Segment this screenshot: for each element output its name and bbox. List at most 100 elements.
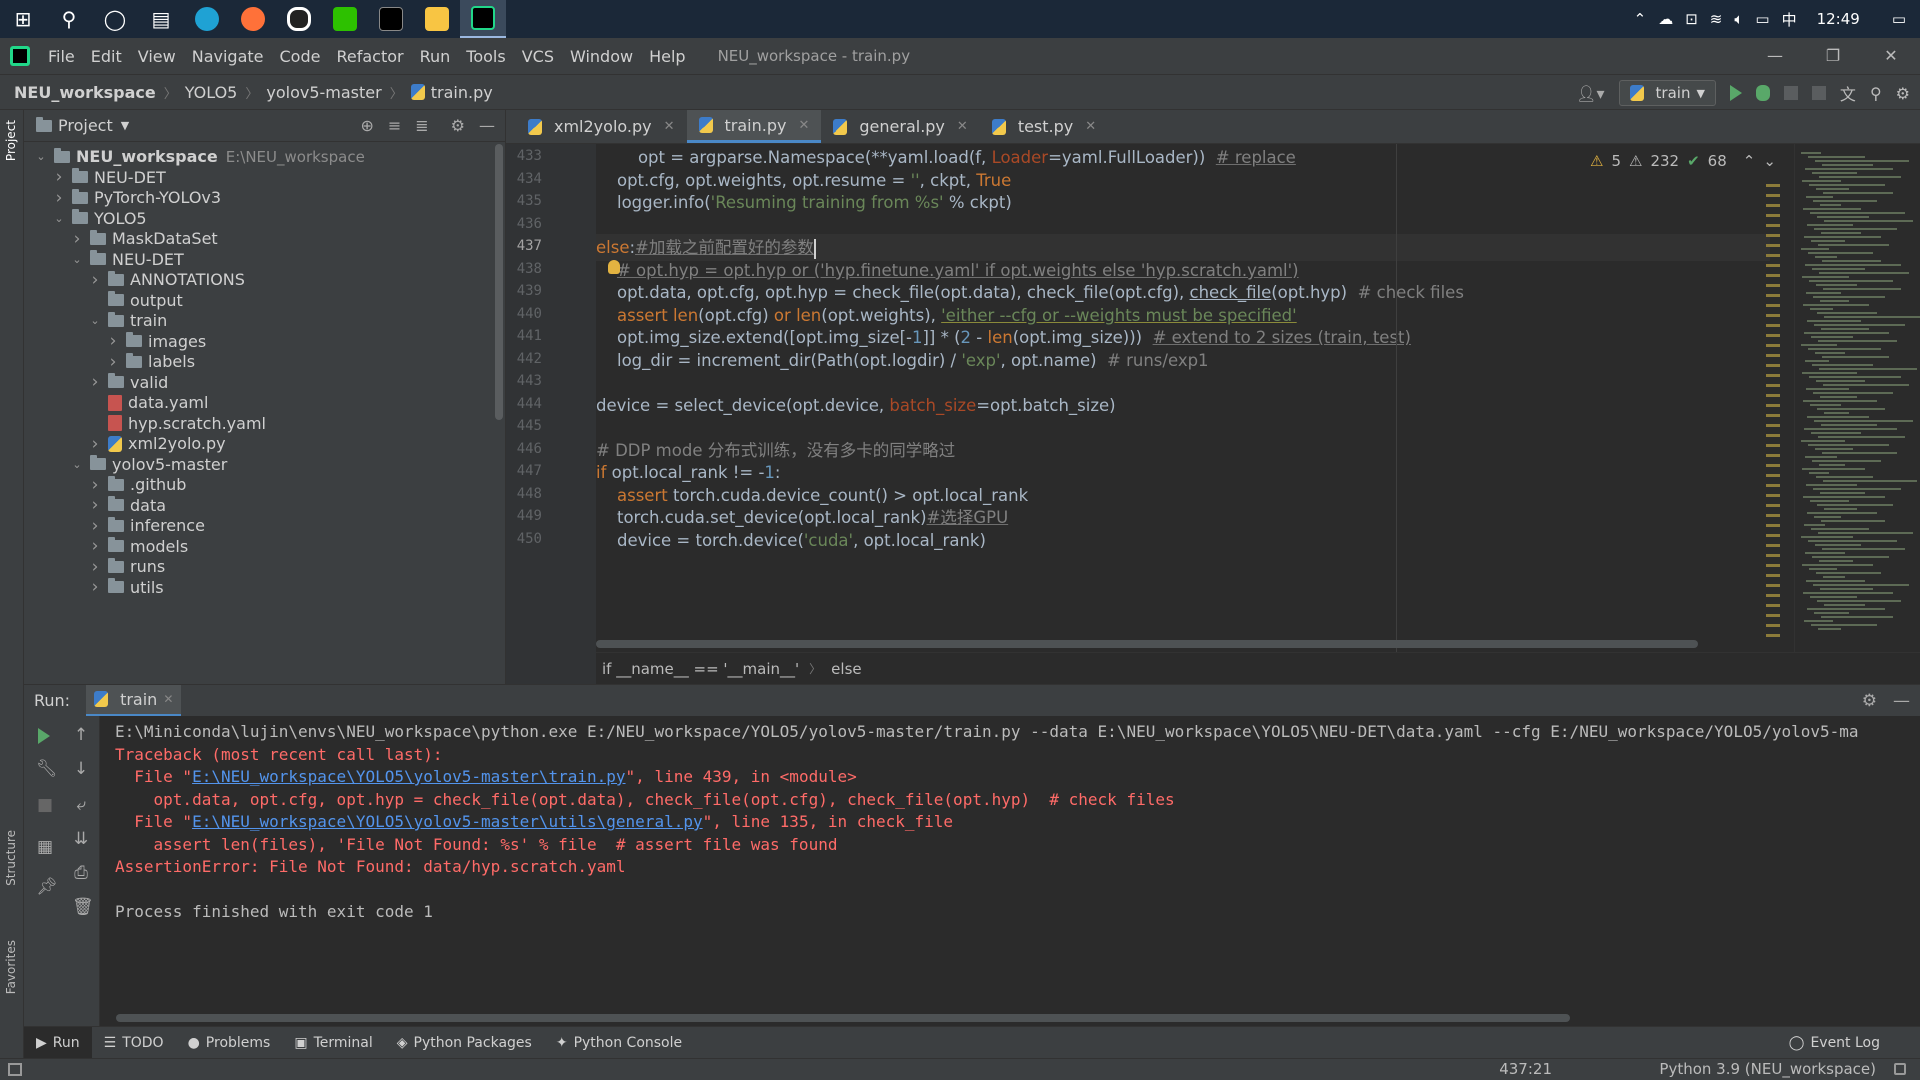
warning-marker[interactable]	[1766, 464, 1780, 467]
warning-marker[interactable]	[1766, 604, 1780, 607]
menu-code[interactable]: Code	[272, 47, 329, 66]
chevron-right-icon[interactable]: ›	[106, 352, 120, 372]
scroll-to-end-icon[interactable]: ⇊	[72, 831, 90, 848]
warning-marker[interactable]	[1766, 204, 1780, 207]
close-icon[interactable]: ✕	[1862, 38, 1920, 74]
warning-marker[interactable]	[1766, 394, 1780, 397]
lightbulb-icon[interactable]	[608, 260, 620, 274]
warning-marker[interactable]	[1766, 534, 1780, 537]
chevron-right-icon[interactable]: ›	[88, 434, 102, 454]
chevron-right-icon[interactable]: ›	[88, 516, 102, 536]
chevron-right-icon[interactable]: ›	[88, 475, 102, 495]
firefox-icon[interactable]	[230, 0, 276, 38]
tab-train[interactable]: train.py ✕	[686, 110, 822, 143]
chevron-right-icon[interactable]: ›	[88, 536, 102, 556]
breadcrumb-else[interactable]: else	[831, 660, 861, 678]
hide-icon[interactable]: —	[1893, 691, 1910, 711]
warning-marker[interactable]	[1766, 234, 1780, 237]
pin-icon[interactable]: 📌︎	[36, 879, 58, 896]
wifi-icon[interactable]: ≋	[1710, 10, 1723, 28]
editor-horizontal-scrollbar[interactable]	[596, 640, 1698, 648]
ime-indicator[interactable]: 中	[1782, 9, 1797, 30]
warning-marker[interactable]	[1766, 224, 1780, 227]
warning-marker[interactable]	[1766, 354, 1780, 357]
chevron-right-icon[interactable]: ›	[88, 577, 102, 597]
notification-icon[interactable]: ▭	[1892, 10, 1906, 28]
cortana-icon[interactable]: ◯	[92, 0, 138, 38]
minimize-icon[interactable]: —	[1746, 38, 1804, 74]
menu-run[interactable]: Run	[412, 47, 459, 66]
battery-icon[interactable]: ▭	[1755, 10, 1769, 28]
chevron-down-icon[interactable]: ⌄	[52, 212, 66, 225]
tool-tab-todo[interactable]: ☰ TODO	[92, 1027, 176, 1059]
warning-marker[interactable]	[1766, 184, 1780, 187]
breadcrumb-train-py[interactable]: train.py	[431, 83, 493, 102]
breadcrumb-if-main[interactable]: if __name__ == '__main__'	[602, 660, 799, 678]
expand-all-icon[interactable]: ≡	[388, 116, 401, 135]
gear-icon[interactable]: ⚙	[1862, 691, 1877, 711]
tab-test[interactable]: test.py ✕	[980, 110, 1108, 143]
chevron-down-icon[interactable]: ⌄	[70, 458, 84, 471]
menu-vcs[interactable]: VCS	[514, 47, 562, 66]
code-editor[interactable]: opt = argparse.Namespace(**yaml.load(f, …	[596, 144, 1770, 652]
debug-icon[interactable]	[1755, 85, 1770, 101]
close-tab-icon[interactable]: ✕	[163, 692, 173, 706]
restore-icon[interactable]: ❐	[1804, 38, 1862, 74]
chevron-down-icon[interactable]: ▼	[121, 119, 129, 132]
warning-marker[interactable]	[1766, 634, 1780, 637]
print-icon[interactable]: ⎙	[72, 865, 90, 882]
event-log-button[interactable]: ◯ Event Log	[1789, 1027, 1880, 1059]
warning-marker[interactable]	[1766, 344, 1780, 347]
warning-marker[interactable]	[1766, 414, 1780, 417]
warning-marker[interactable]	[1766, 304, 1780, 307]
warning-marker[interactable]	[1766, 514, 1780, 517]
run-configuration-select[interactable]: train ▼	[1618, 80, 1716, 106]
breadcrumb-yolov5-master[interactable]: yolov5-master	[266, 83, 381, 102]
inspection-widget[interactable]: ⚠ 5 ⚠ 232 ✔ 68 ⌃ ⌄	[1590, 152, 1776, 170]
tab-general[interactable]: general.py ✕	[821, 110, 979, 143]
menu-refactor[interactable]: Refactor	[328, 47, 411, 66]
search-everywhere-icon[interactable]: ⚲	[1870, 84, 1882, 103]
volume-icon[interactable]: 🔈︎	[1734, 10, 1743, 28]
chevron-right-icon[interactable]: ›	[88, 557, 102, 577]
warning-marker[interactable]	[1766, 314, 1780, 317]
python-interpreter[interactable]: Python 3.9 (NEU_workspace)	[1659, 1060, 1876, 1078]
tool-tab-python-packages[interactable]: ◈ Python Packages	[385, 1027, 544, 1059]
project-tool-tab[interactable]: Project	[4, 120, 18, 161]
warning-marker[interactable]	[1766, 614, 1780, 617]
run-console[interactable]: E:\Miniconda\lujin\envs\NEU_workspace\py…	[100, 716, 1920, 1026]
collapse-all-icon[interactable]: ≣	[415, 116, 428, 135]
chevron-down-icon[interactable]: ⌄	[70, 253, 84, 266]
tab-xml2yolo[interactable]: xml2yolo.py ✕	[516, 110, 687, 143]
warning-marker[interactable]	[1766, 364, 1780, 367]
hide-icon[interactable]: —	[479, 116, 495, 135]
chevron-right-icon[interactable]: ›	[106, 331, 120, 351]
menu-view[interactable]: View	[130, 47, 184, 66]
network-icon[interactable]: ⊡	[1685, 10, 1698, 28]
qq-icon[interactable]	[276, 0, 322, 38]
wechat-icon[interactable]	[322, 0, 368, 38]
chevron-right-icon[interactable]: ›	[88, 372, 102, 392]
warning-marker[interactable]	[1766, 264, 1780, 267]
stop-icon[interactable]: ■	[36, 797, 54, 814]
task-view-icon[interactable]: ▤	[138, 0, 184, 38]
menu-window[interactable]: Window	[562, 47, 641, 66]
menu-file[interactable]: File	[40, 47, 83, 66]
gear-icon[interactable]: ⚙	[451, 116, 465, 135]
terminal-icon[interactable]	[368, 0, 414, 38]
warning-marker[interactable]	[1766, 554, 1780, 557]
menu-help[interactable]: Help	[641, 47, 693, 66]
lock-icon[interactable]	[1894, 1063, 1906, 1075]
chevron-right-icon[interactable]: ›	[52, 167, 66, 187]
toggle-tool-windows-icon[interactable]	[8, 1063, 22, 1076]
structure-tool-tab[interactable]: Structure	[4, 830, 18, 886]
coverage-icon[interactable]	[1783, 86, 1798, 100]
previous-highlight-icon[interactable]: ⌃	[1743, 152, 1756, 170]
trash-icon[interactable]: 🗑︎	[72, 899, 94, 916]
warning-marker[interactable]	[1766, 474, 1780, 477]
warning-marker[interactable]	[1766, 504, 1780, 507]
caret-position[interactable]: 437:21	[1499, 1060, 1552, 1078]
next-highlight-icon[interactable]: ⌄	[1763, 152, 1776, 170]
close-tab-icon[interactable]: ✕	[798, 118, 809, 133]
stop-icon[interactable]	[1811, 86, 1826, 100]
